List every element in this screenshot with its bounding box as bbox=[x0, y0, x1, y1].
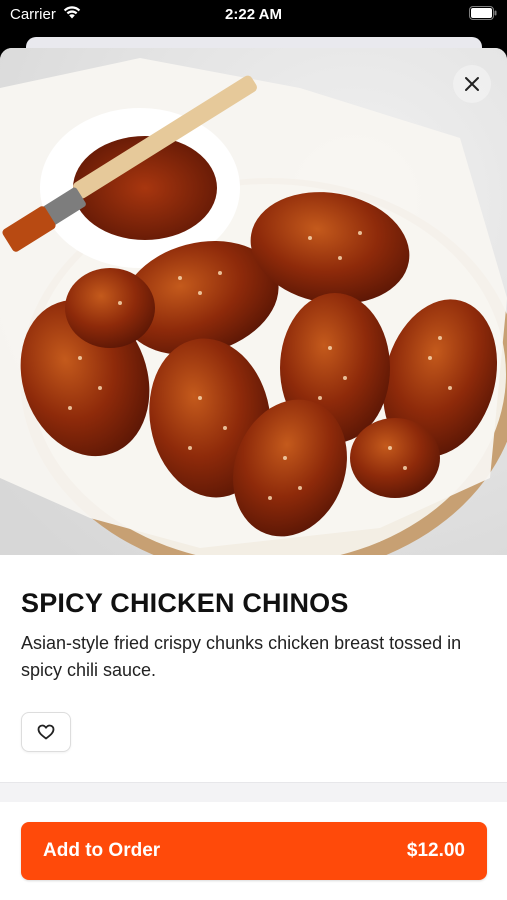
add-to-order-label: Add to Order bbox=[43, 840, 161, 861]
heart-icon bbox=[37, 724, 55, 740]
food-photo bbox=[0, 48, 507, 555]
status-bar: Carrier 2:22 AM bbox=[0, 0, 507, 30]
item-title: SPICY CHICKEN CHINOS bbox=[21, 588, 349, 618]
item-detail-sheet: SPICY CHICKEN CHINOS Asian-style fried c… bbox=[0, 48, 507, 900]
close-icon bbox=[465, 77, 479, 91]
add-to-order-button[interactable]: Add to Order $12.00 bbox=[21, 822, 487, 880]
item-description: Asian-style fried crispy chunks chicken … bbox=[21, 633, 462, 680]
battery-icon bbox=[469, 6, 497, 20]
price-label: $12.00 bbox=[406, 840, 465, 861]
divider bbox=[0, 782, 507, 802]
favorite-button[interactable] bbox=[21, 712, 71, 752]
close-button[interactable] bbox=[453, 65, 491, 103]
clock: 2:22 AM bbox=[225, 6, 282, 23]
